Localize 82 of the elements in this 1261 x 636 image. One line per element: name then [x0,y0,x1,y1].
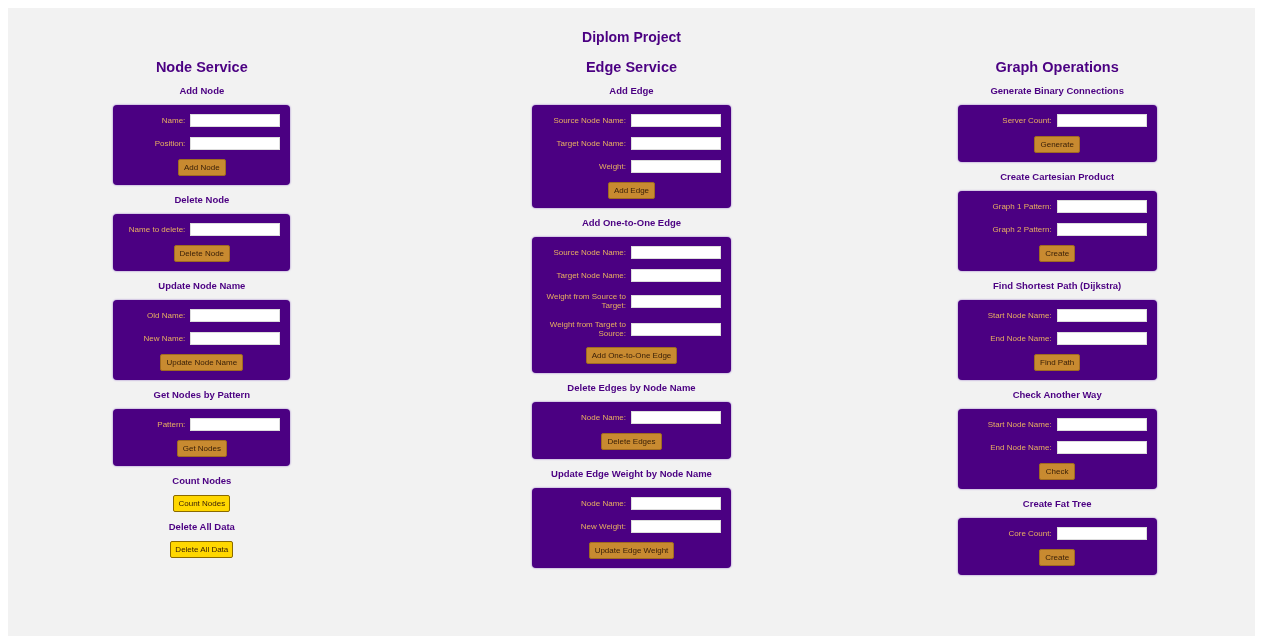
input-field[interactable] [1056,309,1147,322]
section-title: Delete All Data [168,521,235,533]
submit-button[interactable]: Generate [1034,136,1080,153]
input-field[interactable] [631,294,721,308]
field-label: End Node Name: [989,443,1052,452]
submit-button[interactable]: Check [1039,463,1076,480]
submit-button[interactable]: Add Edge [607,182,656,199]
section-title: Create Cartesian Product [1000,171,1115,183]
field-label: End Node Name: [989,334,1052,343]
input-field[interactable] [1056,223,1147,236]
section-title: Delete Node [174,194,230,206]
section-title: Generate Binary Connections [990,85,1124,97]
submit-button[interactable]: Delete Node [173,245,231,262]
section-title: Create Fat Tree [1022,498,1092,510]
column-title: Edge Service [585,58,678,76]
submit-button[interactable]: Update Node Name [160,354,244,371]
field-label: Core Count: [1007,529,1052,538]
section-title: Get Nodes by Pattern [153,389,251,401]
input-field[interactable] [631,160,721,173]
submit-button[interactable]: Update Edge Weight [588,542,675,559]
field-label: Weight: [598,162,626,171]
submit-button[interactable]: Find Path [1034,354,1081,371]
input-field[interactable] [631,497,721,510]
submit-button[interactable]: Delete Edges [601,433,662,450]
field-label: Target Node Name: [555,271,626,280]
section-title: Update Node Name [158,280,246,292]
field-label: Name: [160,116,186,125]
input-field[interactable] [1056,527,1147,540]
input-field[interactable] [190,114,281,127]
field-label: Graph 1 Pattern: [991,202,1052,211]
page-title: Diplom Project [581,28,682,46]
input-field[interactable] [190,418,281,431]
input-field[interactable] [1056,418,1147,431]
input-field[interactable] [631,322,721,336]
section-title: Delete Edges by Node Name [567,382,696,394]
column-title: Node Service [155,58,248,76]
column-title: Graph Operations [995,58,1119,76]
input-field[interactable] [1056,441,1147,454]
input-field[interactable] [631,246,721,259]
field-label: Node Name: [580,499,626,508]
input-field[interactable] [1056,200,1147,213]
field-label: Node Name: [580,413,626,422]
section-title: Update Edge Weight by Node Name [551,468,712,480]
field-label: Graph 2 Pattern: [991,225,1052,234]
field-label: Server Count: [1001,116,1052,125]
input-field[interactable] [631,520,721,533]
submit-button[interactable]: Get Nodes [176,440,227,457]
input-field[interactable] [631,114,721,127]
field-label: Weight from Source to Target: [545,292,626,310]
section-title: Check Another Way [1012,389,1102,401]
field-label: Start Node Name: [986,311,1052,320]
input-field[interactable] [190,332,281,345]
section-title: Find Shortest Path (Dijkstra) [993,280,1122,292]
input-field[interactable] [1056,114,1147,127]
input-field[interactable] [631,269,721,282]
input-field[interactable] [631,411,721,424]
field-label: New Weight: [579,522,626,531]
field-label: Start Node Name: [986,420,1052,429]
field-label: Target Node Name: [555,139,626,148]
section-title: Add One-to-One Edge [581,217,682,229]
field-label: New Name: [142,334,186,343]
action-button[interactable]: Delete All Data [170,541,234,558]
section-title: Add Edge [609,85,654,97]
input-field[interactable] [190,137,281,150]
submit-button[interactable]: Add Node [178,159,226,176]
submit-button[interactable]: Add One-to-One Edge [585,347,678,364]
action-button[interactable]: Count Nodes [173,495,231,512]
input-field[interactable] [1056,332,1147,345]
section-title: Add Node [179,85,225,97]
submit-button[interactable]: Create [1039,549,1076,566]
input-field[interactable] [190,309,281,322]
field-label: Source Node Name: [552,248,626,257]
input-field[interactable] [190,223,281,236]
field-label: Name to delete: [127,225,186,234]
submit-button[interactable]: Create [1039,245,1076,262]
field-label: Old Name: [146,311,186,320]
field-label: Pattern: [156,420,186,429]
field-label: Position: [153,139,186,148]
input-field[interactable] [631,137,721,150]
field-label: Weight from Target to Source: [548,320,626,338]
field-label: Source Node Name: [552,116,626,125]
section-title: Count Nodes [172,475,232,487]
